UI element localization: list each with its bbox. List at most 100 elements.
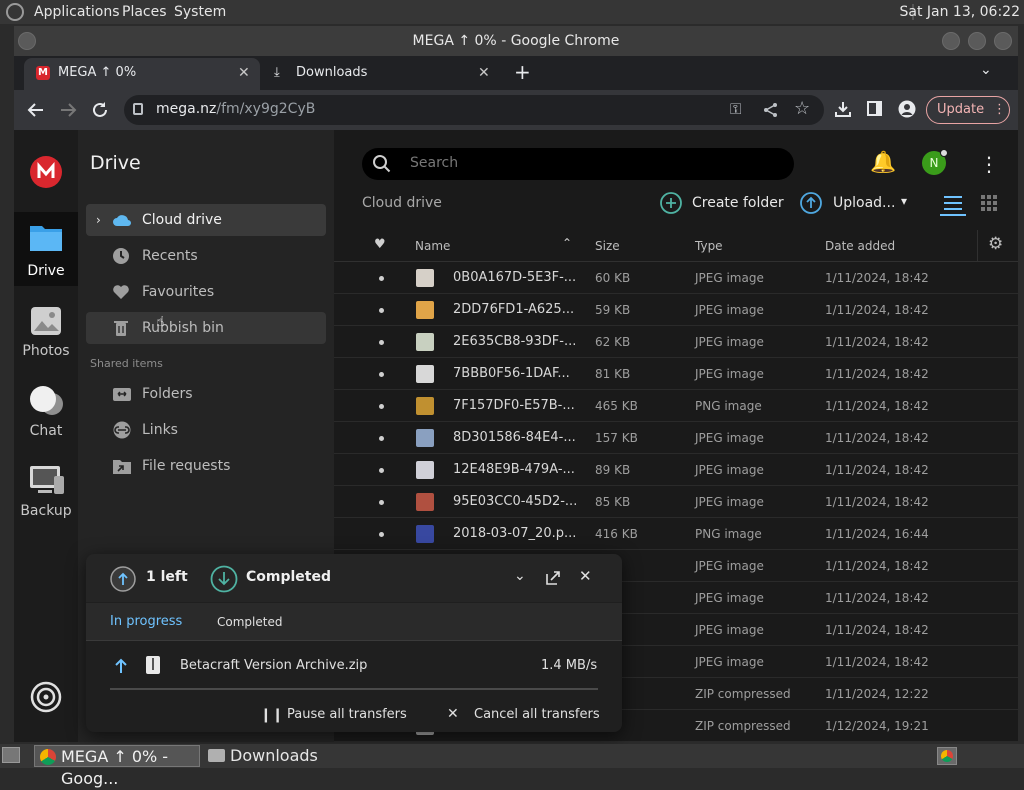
file-date: 1/11/2024, 18:42 [825, 623, 929, 637]
rail-backup[interactable]: Backup [14, 460, 78, 524]
back-icon[interactable] [26, 100, 46, 120]
window-titlebar[interactable]: MEGA ↑ 0% - Google Chrome [14, 26, 1018, 56]
kebab-menu-icon[interactable]: ⋮ [993, 97, 1006, 123]
file-date: 1/11/2024, 18:42 [825, 303, 929, 317]
share-icon[interactable] [762, 101, 780, 119]
column-name[interactable]: Name [415, 239, 450, 253]
transfer-row[interactable]: Betacraft Version Archive.zip 1.4 MB/s [86, 642, 622, 694]
favourite-dot[interactable] [379, 532, 384, 537]
favourite-dot[interactable] [379, 340, 384, 345]
column-type[interactable]: Type [695, 239, 723, 253]
tab-in-progress[interactable]: In progress [110, 614, 182, 629]
window-menu-button[interactable] [18, 32, 36, 50]
clock-icon [113, 248, 129, 264]
sidebar-item-cloud-drive[interactable]: › Cloud drive [86, 204, 326, 236]
taskbar-item-chrome[interactable]: MEGA ↑ 0% - Goog... [34, 745, 200, 788]
bookmark-star-icon[interactable]: ☆ [794, 98, 810, 119]
upload-icon[interactable] [800, 192, 822, 214]
favourite-dot[interactable] [379, 436, 384, 441]
menu-places[interactable]: Places [122, 4, 167, 20]
grid-view-icon[interactable] [981, 195, 997, 211]
favourite-column-heart-icon[interactable]: ♥ [374, 237, 386, 252]
tab-mega[interactable]: M MEGA ↑ 0% ✕ [24, 58, 260, 90]
create-folder-button[interactable]: Create folder [692, 195, 784, 211]
file-name: 12E48E9B-479A-... [453, 462, 575, 477]
favourite-dot[interactable] [379, 372, 384, 377]
close-tab-icon[interactable]: ✕ [478, 58, 490, 88]
sidebar-item-label: File requests [142, 458, 231, 474]
update-button[interactable]: Update ⋮ [926, 96, 1010, 124]
cancel-all-button[interactable]: Cancel all transfers [474, 707, 600, 722]
tab-completed[interactable]: Completed [217, 615, 282, 629]
mega-logo-icon[interactable] [30, 156, 62, 188]
menu-applications[interactable]: Applications [34, 4, 120, 20]
avatar[interactable]: N [922, 149, 948, 175]
url-text[interactable]: mega.nz/fm/xy9g2CyB [156, 101, 315, 117]
sidebar-title: Drive [90, 152, 141, 174]
profile-icon[interactable] [898, 100, 916, 118]
table-row[interactable]: 95E03CC0-45D2-... 85 KB JPEG image 1/11/202… [334, 486, 1018, 518]
notifications-bell-icon[interactable]: 🔔 [870, 150, 896, 175]
new-tab-button[interactable]: + [514, 60, 531, 84]
favourite-dot[interactable] [379, 276, 384, 281]
table-row[interactable]: 8D301586-84E4-... 157 KB JPEG image 1/11/20… [334, 422, 1018, 454]
rail-chat[interactable]: Chat [14, 380, 78, 444]
sidebar-item-label: Rubbish bin [142, 320, 224, 336]
sidebar-item-folders[interactable]: Folders [86, 378, 326, 410]
sidebar-item-rubbish-bin[interactable]: Rubbish bin [86, 312, 326, 344]
rail-photos[interactable]: Photos [14, 300, 78, 364]
column-date-added[interactable]: Date added [825, 239, 895, 253]
site-info-icon[interactable] [133, 103, 143, 115]
list-view-icon[interactable] [943, 194, 963, 212]
cancel-icon[interactable]: ✕ [447, 706, 459, 722]
distro-logo-icon[interactable] [6, 3, 24, 21]
breadcrumb[interactable]: Cloud drive [362, 195, 442, 211]
expand-window-icon[interactable] [546, 571, 560, 585]
table-row[interactable]: 2DD76FD1-A625... 59 KB JPEG image 1/11/2024… [334, 294, 1018, 326]
show-desktop-icon[interactable] [2, 747, 20, 763]
tab-downloads[interactable]: ⤓ Downloads ✕ [264, 58, 500, 90]
table-row[interactable]: 7BBB0F56-1DAF... 81 KB JPEG image 1/11/2024… [334, 358, 1018, 390]
favourite-dot[interactable] [379, 500, 384, 505]
pause-icon[interactable]: ❙❙ [260, 707, 283, 723]
mega-sync-icon[interactable] [30, 681, 62, 713]
favourite-dot[interactable] [379, 468, 384, 473]
close-tab-icon[interactable]: ✕ [238, 58, 250, 88]
tab-search-chevron-icon[interactable]: ⌄ [980, 62, 992, 78]
file-type: JPEG image [695, 335, 764, 349]
table-row[interactable]: 7F157DF0-E57B-... 465 KB PNG image 1/11/202… [334, 390, 1018, 422]
table-row[interactable]: 12E48E9B-479A-... 89 KB JPEG image 1/11/202… [334, 454, 1018, 486]
close-window-button[interactable] [994, 32, 1012, 50]
sort-ascending-icon[interactable]: ⌃ [562, 236, 572, 250]
column-size[interactable]: Size [595, 239, 620, 253]
sidebar-item-file-requests[interactable]: File requests [86, 450, 326, 482]
create-folder-icon[interactable] [660, 192, 682, 214]
table-row[interactable]: 2018-03-07_20.p... 416 KB PNG image 1/11/20… [334, 518, 1018, 550]
minimize-button[interactable] [942, 32, 960, 50]
sidebar-item-favourites[interactable]: Favourites [86, 276, 326, 308]
upload-dropdown-icon[interactable]: ▾ [901, 194, 907, 208]
reload-icon[interactable] [90, 100, 110, 120]
column-settings-gear-icon[interactable]: ⚙ [988, 234, 1003, 254]
chevron-right-icon[interactable]: › [96, 204, 101, 236]
sidebar-item-links[interactable]: Links [86, 414, 326, 446]
clock[interactable]: Sat Jan 13, 06:22 [900, 4, 1021, 20]
sidebar-item-recents[interactable]: Recents [86, 240, 326, 272]
table-row[interactable]: 2E635CB8-93DF-... 62 KB JPEG image 1/11/202… [334, 326, 1018, 358]
upload-button[interactable]: Upload... [833, 195, 895, 211]
rail-drive[interactable]: Drive [14, 212, 78, 286]
taskbar-item-downloads[interactable]: Downloads [204, 745, 404, 767]
side-panel-icon[interactable] [867, 101, 882, 116]
favourite-dot[interactable] [379, 308, 384, 313]
collapse-chevron-icon[interactable]: ⌄ [514, 568, 526, 584]
favourite-dot[interactable] [379, 404, 384, 409]
forward-icon[interactable] [58, 100, 78, 120]
maximize-button[interactable] [968, 32, 986, 50]
more-menu-icon[interactable]: ⋮ [979, 152, 999, 176]
close-transfer-icon[interactable]: ✕ [579, 567, 592, 585]
menu-system[interactable]: System [174, 4, 226, 20]
downloads-icon[interactable] [834, 100, 852, 118]
password-key-icon[interactable]: ⚿ [730, 100, 741, 118]
pause-all-button[interactable]: Pause all transfers [287, 707, 407, 722]
table-row[interactable]: 0B0A167D-5E3F-... 60 KB JPEG image 1/11/202… [334, 262, 1018, 294]
